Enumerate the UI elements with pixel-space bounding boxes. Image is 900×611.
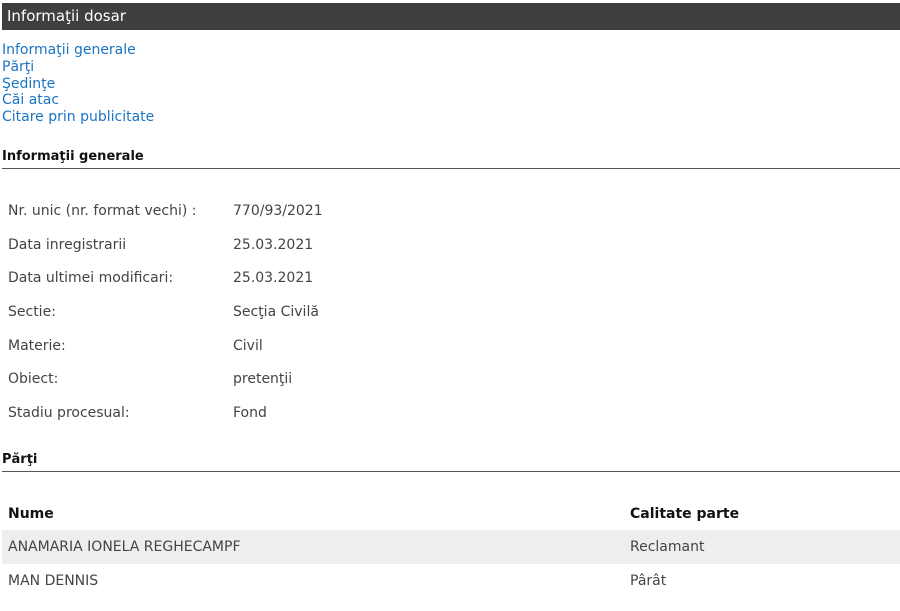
info-label: Data inregistrarii xyxy=(8,237,127,253)
column-header-calitate-parte: Calitate parte xyxy=(630,506,740,522)
party-role: Pârât xyxy=(630,573,667,589)
section-nav: Informaţii generale Părţi Şedinţe Căi at… xyxy=(2,42,154,126)
window-title-bar: Informaţii dosar xyxy=(2,3,900,30)
section-heading-informatii-generale: Informaţii generale xyxy=(2,149,900,169)
nav-link-citare-prin-publicitate[interactable]: Citare prin publicitate xyxy=(2,109,154,126)
page-title: Informaţii dosar xyxy=(7,7,126,25)
info-value: 770/93/2021 xyxy=(233,203,323,219)
table-header-row: Nume Calitate parte xyxy=(2,500,900,530)
nav-link-sedinte[interactable]: Şedinţe xyxy=(2,76,154,93)
info-value: pretenţii xyxy=(233,371,293,387)
info-value: Secţia Civilă xyxy=(233,304,319,320)
parti-table: Nume Calitate parte ANAMARIA IONELA REGH… xyxy=(2,500,900,598)
info-label: Data ultimei modificari: xyxy=(8,270,174,286)
info-value: Fond xyxy=(233,405,267,421)
nav-link-parti[interactable]: Părţi xyxy=(2,59,154,76)
table-row: ANAMARIA IONELA REGHECAMPF Reclamant xyxy=(2,530,900,564)
nav-link-cai-atac[interactable]: Căi atac xyxy=(2,92,154,109)
info-label: Obiect: xyxy=(8,371,59,387)
info-label: Stadiu procesual: xyxy=(8,405,130,421)
nav-link-informatii-generale[interactable]: Informaţii generale xyxy=(2,42,154,59)
party-name: MAN DENNIS xyxy=(8,573,99,589)
info-label: Materie: xyxy=(8,338,66,354)
info-value: Civil xyxy=(233,338,263,354)
column-header-nume: Nume xyxy=(8,506,54,522)
table-row: MAN DENNIS Pârât xyxy=(2,564,900,598)
info-value: 25.03.2021 xyxy=(233,237,314,253)
party-name: ANAMARIA IONELA REGHECAMPF xyxy=(8,539,241,555)
info-label: Sectie: xyxy=(8,304,56,320)
info-value: 25.03.2021 xyxy=(233,270,314,286)
party-role: Reclamant xyxy=(630,539,705,555)
section-heading-parti: Părţi xyxy=(2,452,900,472)
info-label: Nr. unic (nr. format vechi) : xyxy=(8,203,197,219)
